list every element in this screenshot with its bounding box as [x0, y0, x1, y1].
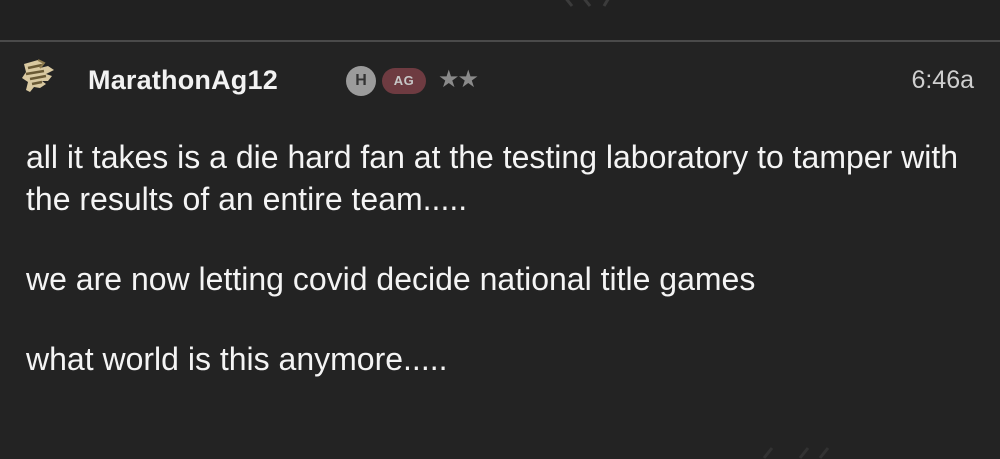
- badge-ag: AG: [382, 68, 426, 94]
- previous-post-fragment: [565, 0, 610, 7]
- badge-h: H: [346, 66, 376, 96]
- avatar[interactable]: [18, 54, 68, 98]
- post-paragraph: what world is this anymore.....: [26, 341, 448, 377]
- username[interactable]: MarathonAg12: [88, 64, 278, 96]
- next-post-fragment: [762, 447, 830, 459]
- forum-thread-view: MarathonAg12 H AG ★★ 6:46a all it takes …: [0, 0, 1000, 459]
- previous-post-strip: [0, 0, 1000, 40]
- post-header: MarathonAg12 H AG ★★ 6:46a: [0, 42, 1000, 118]
- forum-post: MarathonAg12 H AG ★★ 6:46a all it takes …: [0, 42, 1000, 459]
- post-paragraph: we are now letting covid decide national…: [26, 261, 756, 297]
- star-rating: ★★: [438, 66, 479, 93]
- thumbs-up-hand-icon: [22, 59, 54, 92]
- post-body: all it takes is a die hard fan at the te…: [26, 136, 976, 418]
- post-paragraph: all it takes is a die hard fan at the te…: [26, 139, 959, 217]
- post-timestamp: 6:46a: [911, 66, 974, 94]
